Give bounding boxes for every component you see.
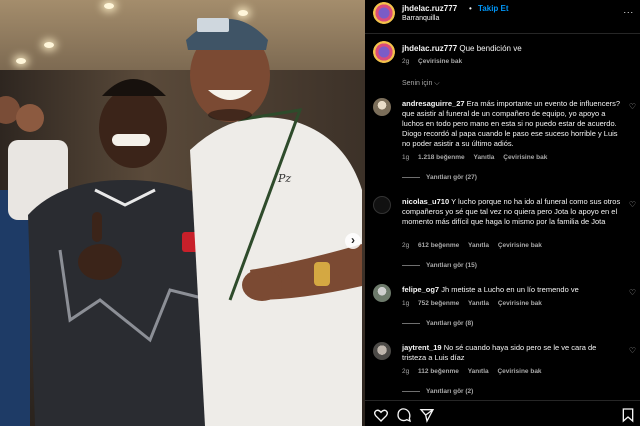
comment-sort-dropdown[interactable]: Senin için ⌵ <box>402 80 440 88</box>
post-header: jhdelac.ruz777 • Takip Et Barranquilla .… <box>365 0 640 34</box>
comment-avatar[interactable] <box>373 196 391 214</box>
reply-button[interactable]: Yanıtla <box>473 154 494 161</box>
location-link[interactable]: Barranquilla <box>402 15 439 22</box>
translate-link[interactable]: Çevirisine bak <box>498 300 542 307</box>
replies-divider <box>402 390 420 392</box>
view-replies-label: Yanıtları gör (2) <box>426 388 474 395</box>
comment-item: jaytrent_19 No sé cuando haya sido pero … <box>402 343 622 363</box>
comment-meta: 1g 752 beğenme Yanıtla Çevirisine bak <box>402 300 549 307</box>
replies-divider <box>402 176 420 178</box>
comment-time: 2g <box>402 368 410 375</box>
post-actions-bar <box>365 400 640 426</box>
comment-item: nicolas_u710 Y lucho porque no ha ido al… <box>402 197 622 227</box>
comment-likes[interactable]: 752 beğenme <box>418 300 459 307</box>
caption-avatar[interactable] <box>373 41 395 63</box>
heart-icon[interactable]: ♡ <box>629 102 636 111</box>
more-options-button[interactable]: ... <box>623 5 634 15</box>
comment-avatar[interactable] <box>373 284 391 302</box>
separator-dot: • <box>469 4 472 13</box>
comment-username[interactable]: felipe_og7 <box>402 285 439 294</box>
comment-avatar[interactable] <box>373 98 391 116</box>
heart-icon[interactable]: ♡ <box>629 346 636 355</box>
comment-avatar[interactable] <box>373 342 391 360</box>
comment-likes[interactable]: 1.218 beğenme <box>418 154 465 161</box>
comment-time: 2g <box>402 242 410 249</box>
comment-username[interactable]: jaytrent_19 <box>402 343 442 352</box>
view-replies-label: Yanıtları gör (27) <box>426 174 477 181</box>
comment-time: 1g <box>402 300 410 307</box>
replies-divider <box>402 322 420 324</box>
translate-link[interactable]: Çevirisine bak <box>498 242 542 249</box>
comment-icon[interactable] <box>396 407 412 423</box>
view-replies-button[interactable]: Yanıtları gör (15) <box>402 262 477 269</box>
translate-link[interactable]: Çevirisine bak <box>497 368 541 375</box>
reply-button[interactable]: Yanıtla <box>468 300 489 307</box>
post-side-panel: jhdelac.ruz777 • Takip Et Barranquilla .… <box>365 0 640 426</box>
comment-likes[interactable]: 612 beğenme <box>418 242 459 249</box>
heart-icon[interactable] <box>373 407 389 423</box>
comment-item: andresaguirre_27 Era más importante un e… <box>402 99 622 149</box>
caption-username[interactable]: jhdelac.ruz777 <box>402 44 457 53</box>
caption-text: Que bendición ve <box>459 44 522 53</box>
heart-icon[interactable]: ♡ <box>629 288 636 297</box>
share-icon[interactable] <box>419 407 435 423</box>
chevron-right-icon: › <box>351 233 355 247</box>
comment-username[interactable]: nicolas_u710 <box>402 197 449 206</box>
caption-meta: 2g Çevirisine bak <box>402 58 469 65</box>
caption-time: 2g <box>402 58 410 65</box>
view-replies-label: Yanıtları gör (15) <box>426 262 477 269</box>
view-replies-label: Yanıtları gör (8) <box>426 320 474 327</box>
avatar[interactable] <box>373 2 395 24</box>
translate-link[interactable]: Çevirisine bak <box>503 154 547 161</box>
bookmark-icon[interactable] <box>620 407 636 423</box>
comment-item: felipe_og7 Jh metiste a Lucho en un lío … <box>402 285 622 295</box>
comment-meta: 2g 112 beğenme Yanıtla Çevirisine bak <box>402 368 549 375</box>
people-illustration: Pz <box>0 18 362 426</box>
header-username[interactable]: jhdelac.ruz777 <box>402 4 457 13</box>
reply-button[interactable]: Yanıtla <box>468 368 489 375</box>
follow-button[interactable]: Takip Et <box>478 4 509 13</box>
caption-translate-link[interactable]: Çevirisine bak <box>418 58 462 65</box>
view-replies-button[interactable]: Yanıtları gör (27) <box>402 174 477 181</box>
svg-text:Pz: Pz <box>277 172 291 185</box>
post-caption: jhdelac.ruz777 Que bendición ve <box>402 43 632 54</box>
comment-time: 1g <box>402 154 410 161</box>
replies-divider <box>402 264 420 266</box>
view-replies-button[interactable]: Yanıtları gör (2) <box>402 388 473 395</box>
carousel-next-button[interactable]: › <box>345 233 361 249</box>
comment-username[interactable]: andresaguirre_27 <box>402 99 465 108</box>
reply-button[interactable]: Yanıtla <box>468 242 489 249</box>
heart-icon[interactable]: ♡ <box>629 200 636 209</box>
comment-meta: 1g 1.218 beğenme Yanıtla Çevirisine bak <box>402 154 554 161</box>
comment-likes[interactable]: 112 beğenme <box>418 368 459 375</box>
view-replies-button[interactable]: Yanıtları gör (8) <box>402 320 473 327</box>
comment-body: Jh metiste a Lucho en un lío tremendo ve <box>441 285 579 294</box>
comment-meta: 2g 612 beğenme Yanıtla Çevirisine bak <box>402 242 549 249</box>
post-photo[interactable]: Pz › <box>0 0 365 426</box>
